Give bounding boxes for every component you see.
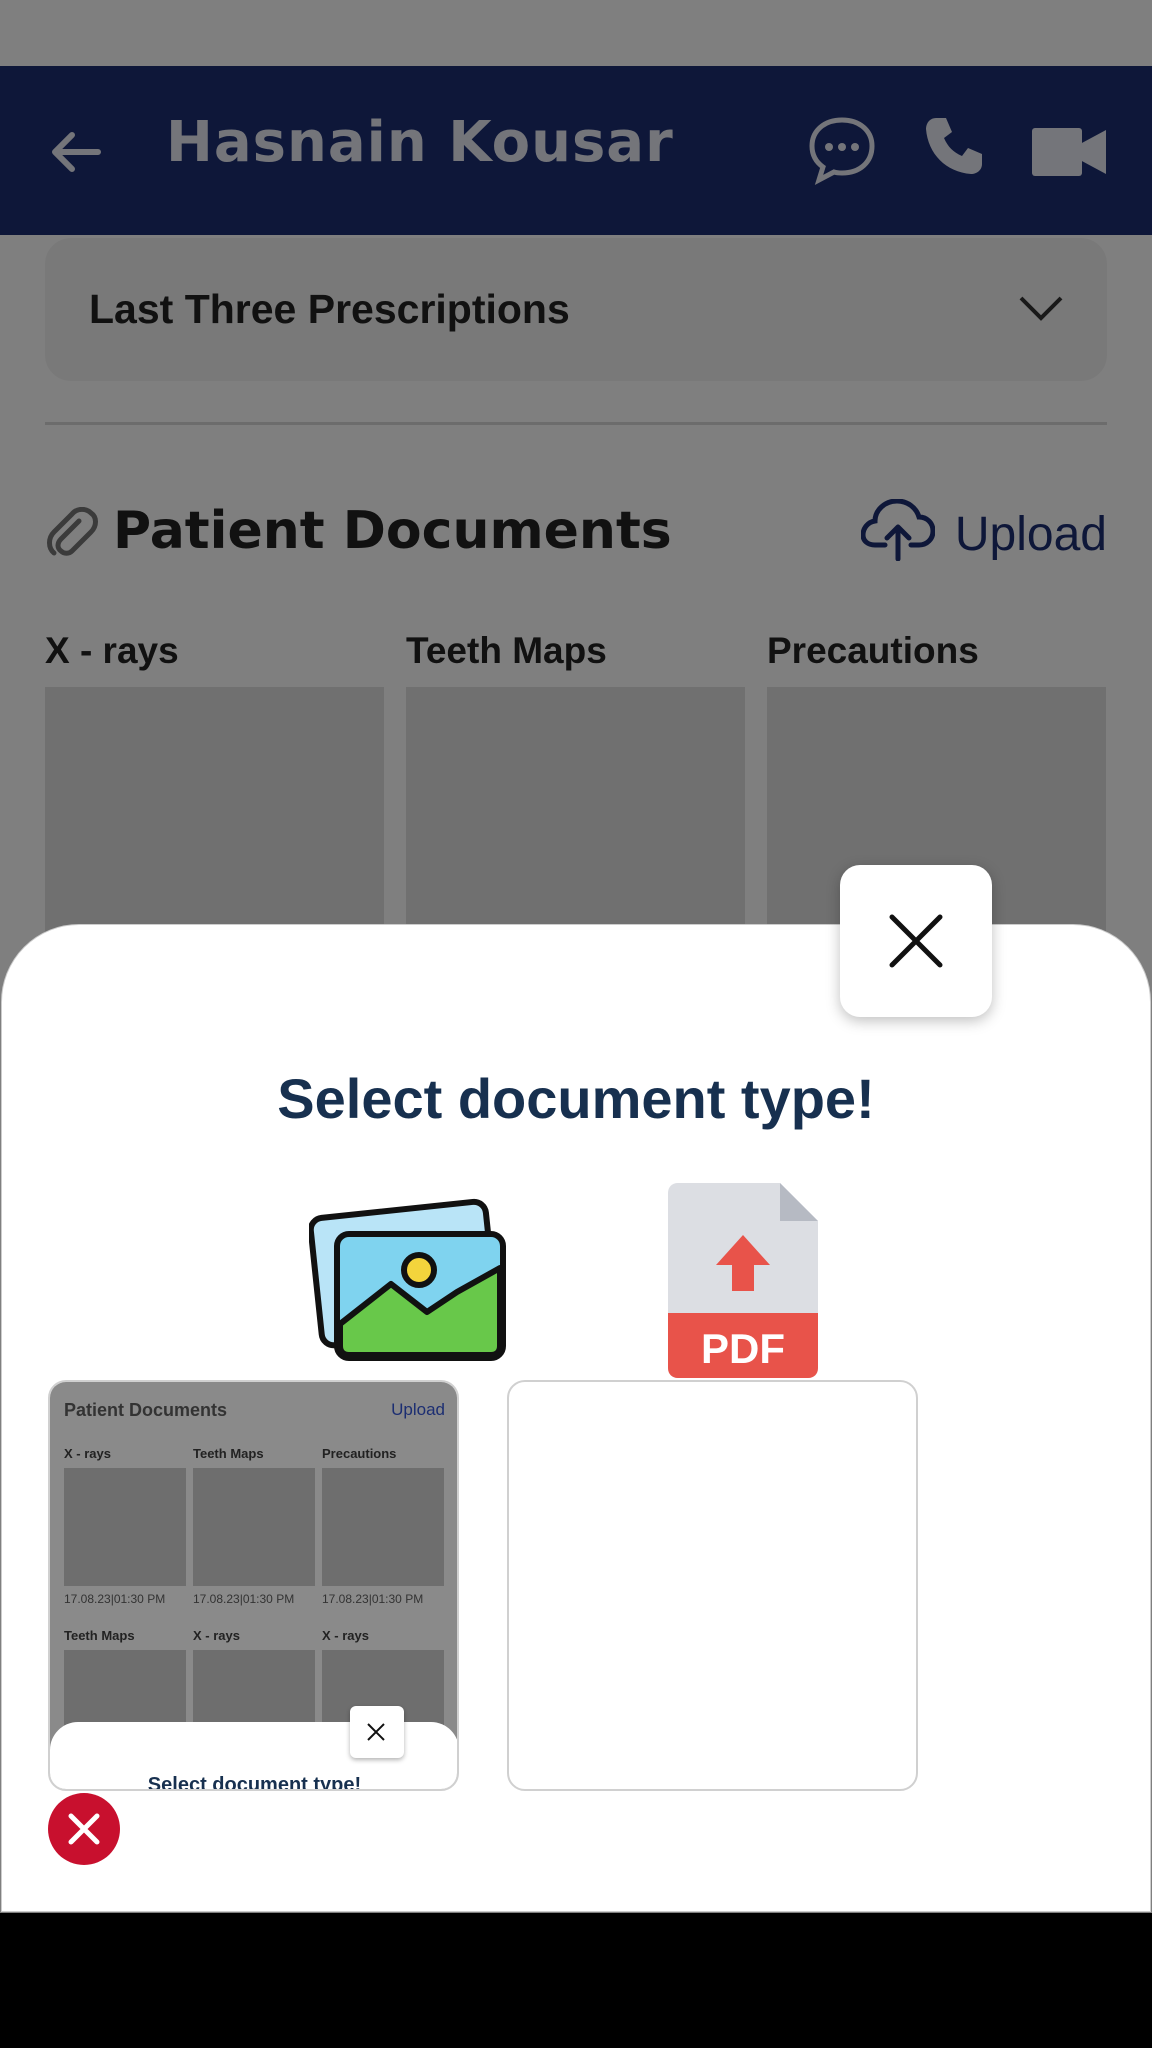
preview-col-label: Teeth Maps xyxy=(64,1628,135,1643)
preview-col-label: X - rays xyxy=(193,1628,240,1643)
preview-close-box xyxy=(350,1706,404,1758)
preview-thumb xyxy=(322,1468,444,1586)
preview-sheet-title: Select document type! xyxy=(147,1774,362,1791)
sheet-title: Select document type! xyxy=(277,1067,875,1130)
preview-col-label: Precautions xyxy=(322,1446,397,1461)
preview-col-label: X - rays xyxy=(322,1628,369,1643)
preview-date: 17.08.23|01:30 PM xyxy=(322,1592,424,1606)
empty-preview-slot[interactable] xyxy=(507,1380,918,1791)
image-gallery-icon[interactable] xyxy=(309,1196,509,1364)
preview-date: 17.08.23|01:30 PM xyxy=(193,1592,295,1606)
preview-title: Patient Documents xyxy=(64,1400,228,1420)
close-icon xyxy=(367,1723,385,1741)
preview-thumb xyxy=(64,1650,186,1730)
preview-thumb xyxy=(193,1468,315,1586)
selected-image-preview[interactable]: Patient Documents Upload X - rays Teeth … xyxy=(48,1380,459,1791)
pdf-upload-icon[interactable]: PDF xyxy=(668,1183,818,1378)
patient-screen: Hasnain Kousar Last Three Prescriptions xyxy=(0,0,1152,1913)
close-icon xyxy=(889,914,943,968)
remove-icon xyxy=(68,1813,100,1845)
remove-image-button[interactable] xyxy=(48,1793,120,1865)
preview-upload-label: Upload xyxy=(391,1400,445,1419)
preview-date: 17.08.23|01:30 PM xyxy=(64,1592,166,1606)
svg-text:PDF: PDF xyxy=(701,1325,785,1372)
close-sheet-button[interactable] xyxy=(840,865,992,1017)
preview-col-label: Teeth Maps xyxy=(193,1446,264,1461)
preview-screenshot: Patient Documents Upload X - rays Teeth … xyxy=(50,1382,457,1791)
preview-thumb xyxy=(193,1650,315,1730)
preview-thumb xyxy=(64,1468,186,1586)
preview-col-label: X - rays xyxy=(64,1446,111,1461)
